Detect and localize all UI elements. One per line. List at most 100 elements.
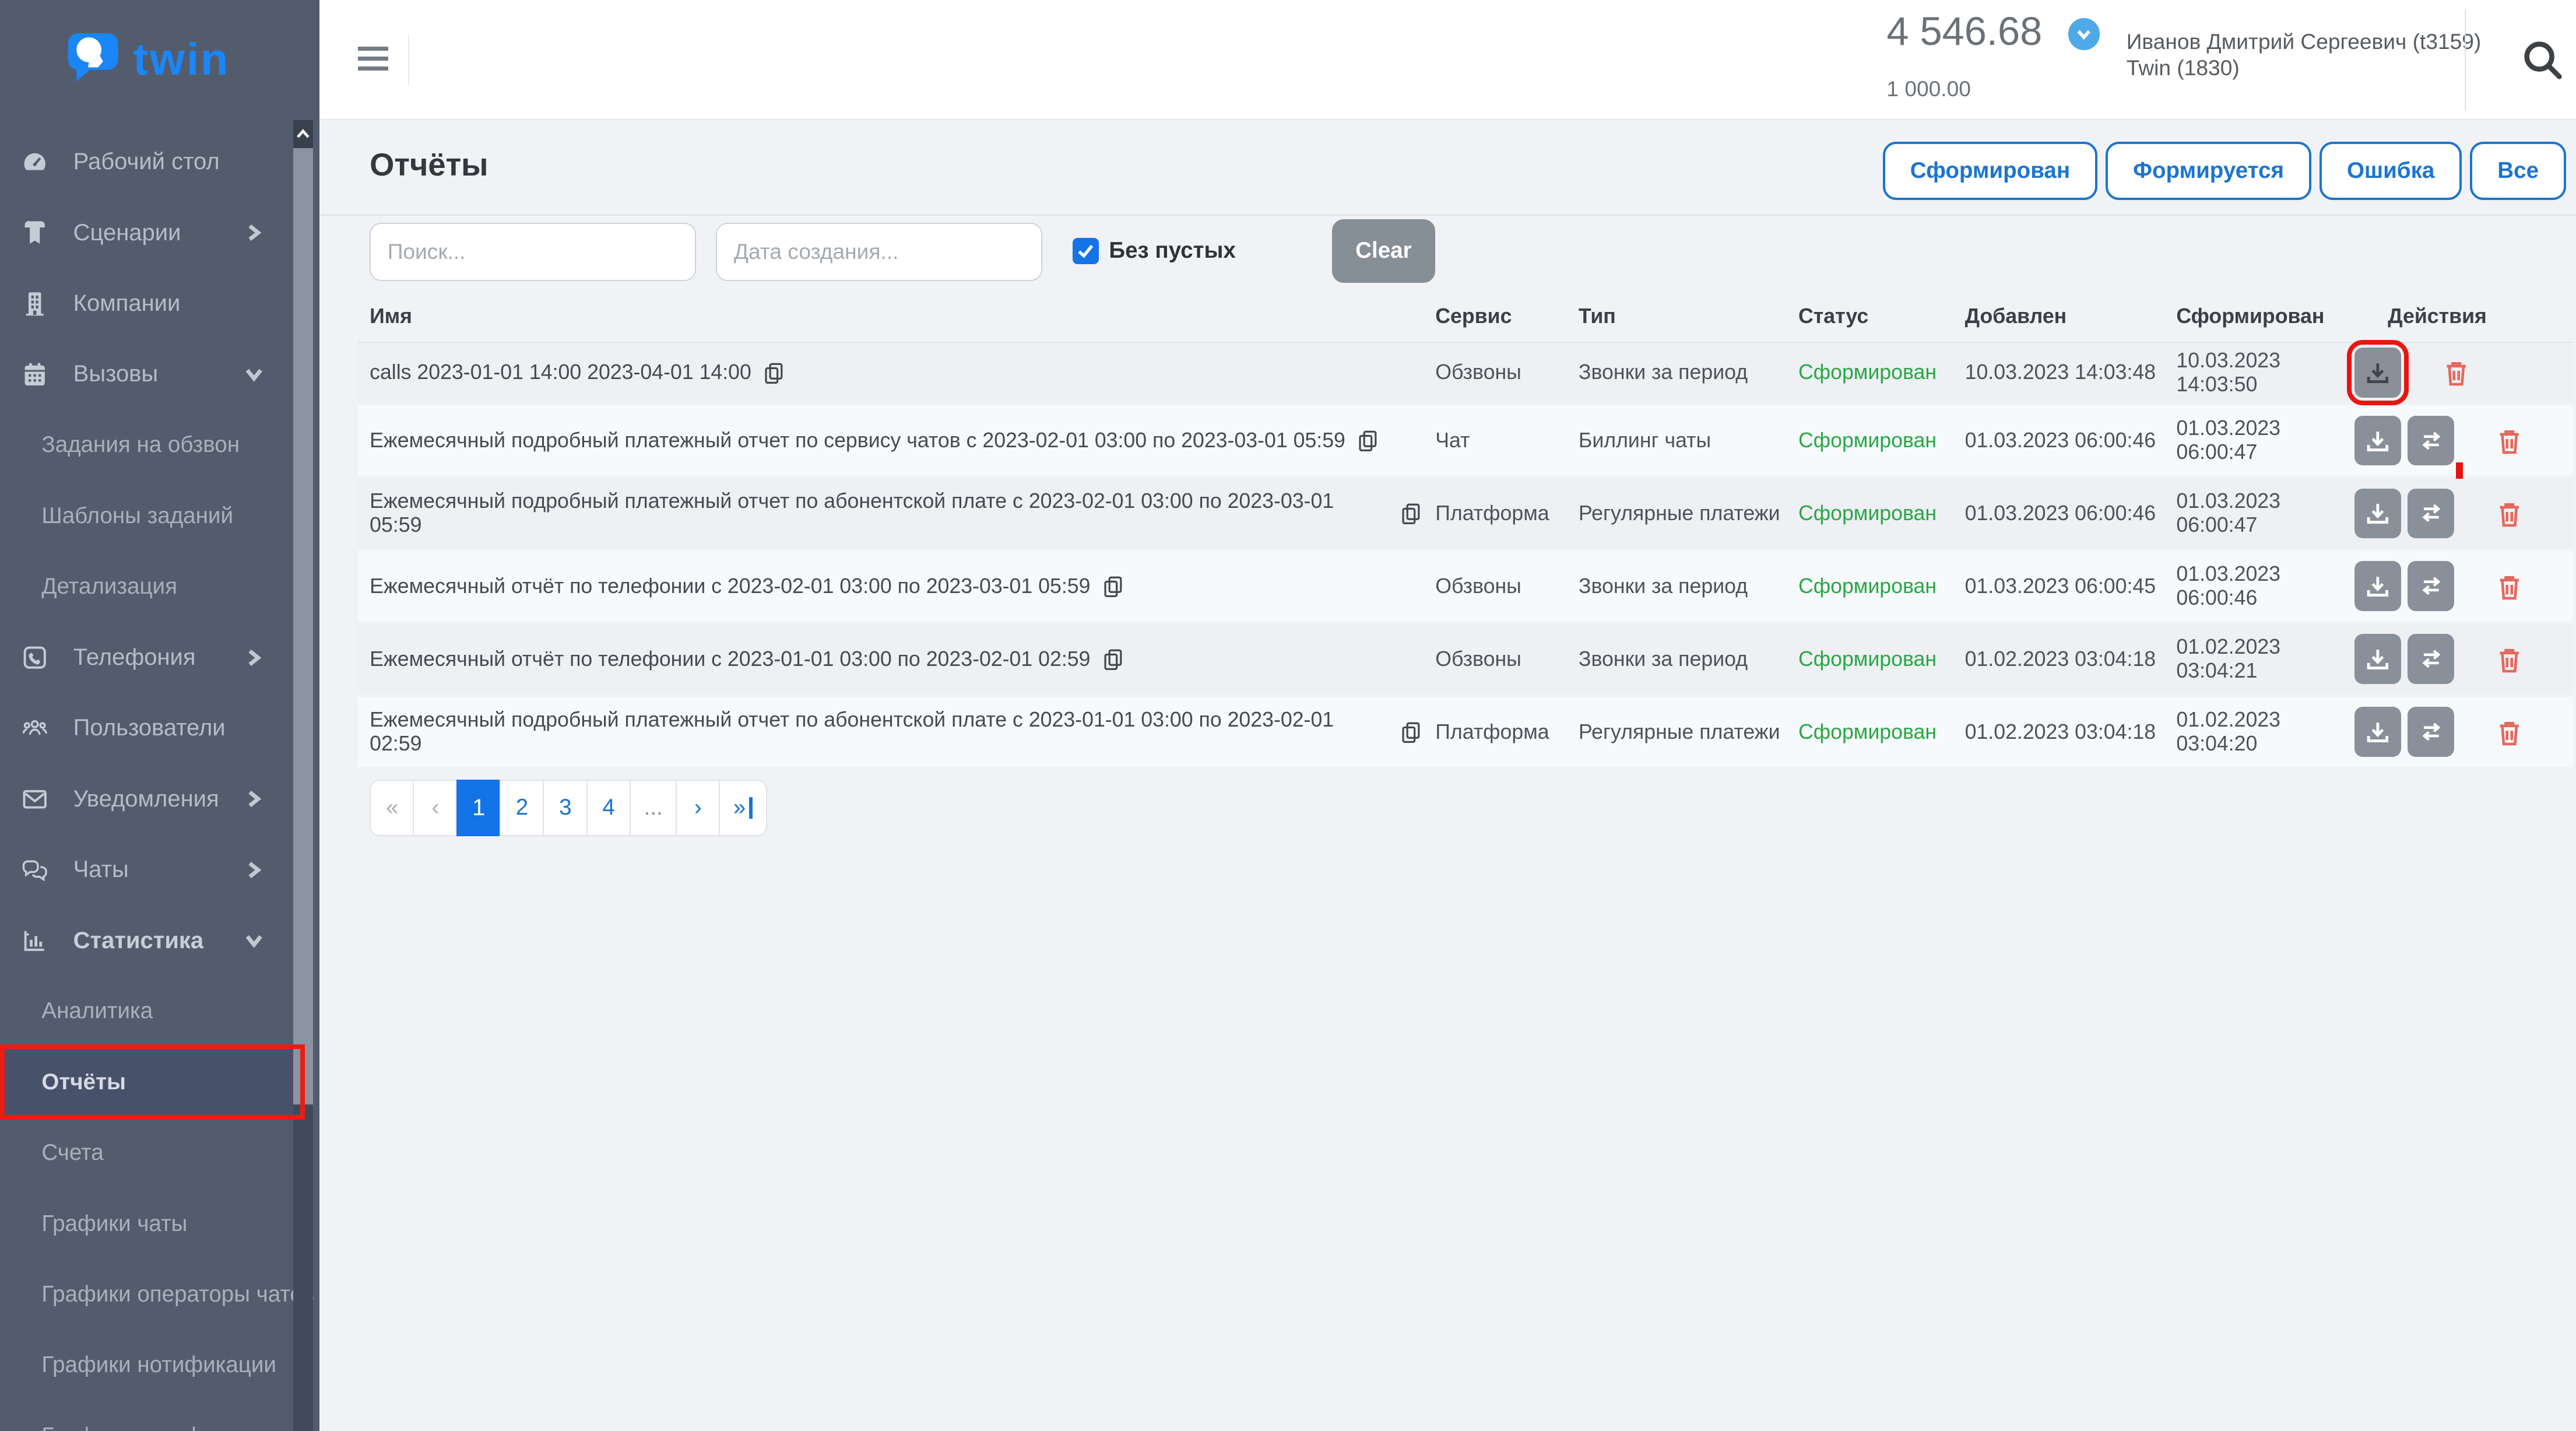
user-company: Twin (1830): [2127, 55, 2482, 82]
filter-error-button[interactable]: Ошибка: [2320, 142, 2462, 200]
table-header-row: Имя Сервис Тип Статус Добавлен Сформиров…: [358, 292, 2573, 343]
users-icon: [20, 713, 50, 744]
app-root: twin Рабочий стол Сценарии: [0, 0, 2576, 1431]
topbar-divider: [408, 35, 409, 85]
report-added: 01.02.2023 03:04:18: [1953, 647, 2165, 671]
download-button[interactable]: [2354, 561, 2401, 611]
report-added: 01.03.2023 06:00:46: [1953, 429, 2165, 453]
envelope-icon: [20, 784, 50, 814]
annotation-red-dot: [2456, 462, 2462, 479]
copy-icon[interactable]: [1101, 574, 1126, 599]
clear-button[interactable]: Clear: [1332, 219, 1435, 283]
sidebar-item-statistics[interactable]: Статистика: [0, 905, 293, 976]
report-formed: 01.03.2023 06:00:46: [2164, 562, 2354, 610]
report-added: 01.03.2023 06:00:45: [1953, 574, 2165, 598]
sidebar-item-reports[interactable]: Отчёты: [0, 1047, 293, 1117]
pagination-prev-button[interactable]: ‹: [413, 780, 458, 836]
sidebar-item-label: Аналитика: [41, 998, 153, 1024]
report-service: Обзвоны: [1424, 647, 1567, 671]
chevron-right-icon: [245, 861, 263, 879]
pagination-first-button[interactable]: «: [370, 780, 414, 836]
sidebar-item-invoices[interactable]: Счета: [0, 1118, 293, 1188]
balance-amount: 4 546.68: [1886, 8, 2042, 54]
pagination: « ‹ 1 2 3 4 ... › »: [370, 780, 767, 836]
pagination-page-1[interactable]: 1: [456, 780, 501, 836]
balance-dropdown-icon[interactable]: [2068, 18, 2100, 50]
sidebar-item-label: Счета: [41, 1140, 103, 1166]
statistics-icon: [20, 925, 50, 955]
regenerate-button[interactable]: [2408, 707, 2454, 757]
sidebar-item-analytics[interactable]: Аналитика: [0, 976, 293, 1047]
sidebar-item-charts-notifications[interactable]: Графики нотификации: [0, 1330, 293, 1401]
sidebar-item-call-tasks[interactable]: Задания на обзвон: [0, 410, 293, 480]
download-button[interactable]: [2354, 634, 2401, 684]
delete-icon[interactable]: [2494, 499, 2524, 528]
download-button[interactable]: [2354, 489, 2401, 539]
filter-generated-button[interactable]: Сформирован: [1883, 142, 2097, 200]
copy-icon[interactable]: [1101, 647, 1126, 672]
sidebar-item-label: Шаблоны заданий: [41, 503, 233, 529]
table-row: Ежемесячный подробный платежный отчет по…: [358, 405, 2573, 478]
delete-icon[interactable]: [2494, 644, 2524, 674]
topbar: 4 546.68 1 000.00 Иванов Дмитрий Сергеев…: [319, 0, 2576, 120]
download-button[interactable]: [2354, 348, 2401, 398]
sidebar-item-dashboard[interactable]: Рабочий стол: [0, 127, 293, 197]
pagination-last-button[interactable]: »: [719, 780, 767, 836]
sidebar-item-scenarios[interactable]: Сценарии: [0, 197, 293, 268]
sidebar-nav: Рабочий стол Сценарии Компании: [0, 127, 293, 1431]
sidebar: twin Рабочий стол Сценарии: [0, 0, 319, 1431]
sidebar-item-detailing[interactable]: Детализация: [0, 551, 293, 622]
report-service: Обзвоны: [1424, 360, 1567, 384]
sidebar-item-label: Графики операторы чатов: [41, 1282, 314, 1307]
sidebar-item-label: Задания на обзвон: [41, 432, 240, 458]
filter-all-button[interactable]: Все: [2470, 142, 2566, 200]
sidebar-item-chats[interactable]: Чаты: [0, 834, 293, 905]
hamburger-menu-icon[interactable]: [358, 47, 388, 76]
sidebar-item-companies[interactable]: Компании: [0, 268, 293, 339]
status-badge: Сформирован: [1787, 647, 1953, 671]
sidebar-item-charts-chats[interactable]: Графики чаты: [0, 1188, 293, 1259]
delete-icon[interactable]: [2441, 357, 2471, 387]
regenerate-button[interactable]: [2408, 416, 2454, 466]
sidebar-scrollbar-thumb[interactable]: [293, 148, 313, 1104]
sidebar-item-charts-chat-operators[interactable]: Графики операторы чатов: [0, 1259, 293, 1330]
report-name: Ежемесячный подробный платежный отчет по…: [370, 708, 1389, 756]
download-button[interactable]: [2354, 416, 2401, 466]
regenerate-button[interactable]: [2408, 634, 2454, 684]
twin-logo[interactable]: twin: [0, 0, 319, 120]
status-filter-group: Сформирован Формируется Ошибка Все: [1883, 142, 2566, 200]
sidebar-scroll-up-button[interactable]: [293, 120, 313, 149]
chat-bubbles-icon: [20, 854, 50, 886]
sidebar-item-label: Графики нотификации: [41, 1352, 276, 1378]
table-row: Ежемесячный отчёт по телефонии с 2023-01…: [358, 624, 2573, 697]
sidebar-item-telephony[interactable]: Телефония: [0, 622, 293, 693]
sidebar-item-users[interactable]: Пользователи: [0, 693, 293, 763]
copy-icon[interactable]: [1355, 428, 1380, 453]
without-empty-checkbox[interactable]: [1073, 238, 1099, 265]
pagination-page-4[interactable]: 4: [586, 780, 631, 836]
sidebar-item-charts-telephony[interactable]: Графики телефония: [0, 1401, 293, 1431]
search-input[interactable]: [370, 223, 696, 281]
reports-table: Имя Сервис Тип Статус Добавлен Сформиров…: [358, 292, 2573, 770]
delete-icon[interactable]: [2494, 426, 2524, 455]
filter-generating-button[interactable]: Формируется: [2106, 142, 2311, 200]
regenerate-button[interactable]: [2408, 561, 2454, 611]
pagination-next-button[interactable]: ›: [676, 780, 721, 836]
copy-icon[interactable]: [1398, 720, 1424, 745]
regenerate-button[interactable]: [2408, 489, 2454, 539]
report-formed: 01.03.2023 06:00:47: [2164, 416, 2354, 464]
report-service: Обзвоны: [1424, 574, 1567, 598]
sidebar-item-label: Чаты: [73, 857, 129, 883]
copy-icon[interactable]: [761, 360, 786, 385]
sidebar-item-task-templates[interactable]: Шаблоны заданий: [0, 480, 293, 551]
sidebar-item-calls[interactable]: Вызовы: [0, 339, 293, 409]
delete-icon[interactable]: [2494, 571, 2524, 601]
pagination-page-2[interactable]: 2: [500, 780, 544, 836]
sidebar-item-notifications[interactable]: Уведомления: [0, 764, 293, 834]
delete-icon[interactable]: [2494, 717, 2524, 747]
creation-date-input[interactable]: [716, 223, 1042, 281]
copy-icon[interactable]: [1398, 501, 1424, 526]
search-icon[interactable]: [2518, 35, 2568, 85]
pagination-page-3[interactable]: 3: [543, 780, 588, 836]
download-button[interactable]: [2354, 707, 2401, 757]
